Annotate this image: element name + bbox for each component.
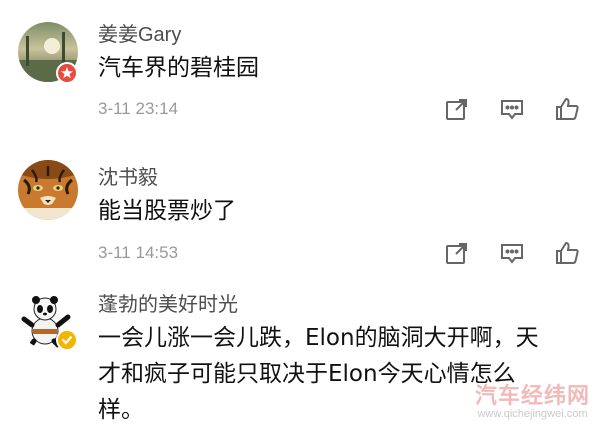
comment-text-line: 一会儿涨一会儿跌，Elon的脑洞大开啊，天 — [98, 325, 539, 351]
thumbs-up-icon[interactable] — [553, 95, 581, 123]
verified-badge-icon — [56, 329, 78, 351]
comment-icon[interactable] — [498, 95, 526, 123]
comment-timestamp: 3-11 14:53 — [98, 243, 179, 262]
comment-timestamp: 3-11 23:14 — [98, 99, 179, 118]
comment-author[interactable]: 蓬勃的美好时光 — [98, 288, 238, 317]
comment-item: 姜姜Gary 汽车界的碧桂园 3-11 23:14 — [0, 0, 600, 145]
watermark-url: www.qichejingwei.com — [477, 408, 588, 420]
comment-item: 沈书毅 能当股票炒了 3-11 14:53 — [0, 145, 600, 275]
comment-author[interactable]: 沈书毅 — [98, 161, 158, 190]
star-badge-icon — [56, 62, 78, 84]
user-avatar[interactable] — [18, 160, 78, 220]
comment-text: 能当股票炒了 — [98, 198, 236, 224]
comment-text: 汽车界的碧桂园 — [98, 55, 259, 81]
comment-icon[interactable] — [498, 239, 526, 267]
comment-author[interactable]: 姜姜Gary — [98, 18, 181, 47]
share-icon[interactable] — [443, 239, 471, 267]
watermark-brand: 汽车经纬网 — [474, 384, 590, 409]
share-icon[interactable] — [443, 95, 471, 123]
thumbs-up-icon[interactable] — [553, 239, 581, 267]
watermark-logo: 汽车经纬网 www.qichejingwei.com — [475, 378, 590, 420]
